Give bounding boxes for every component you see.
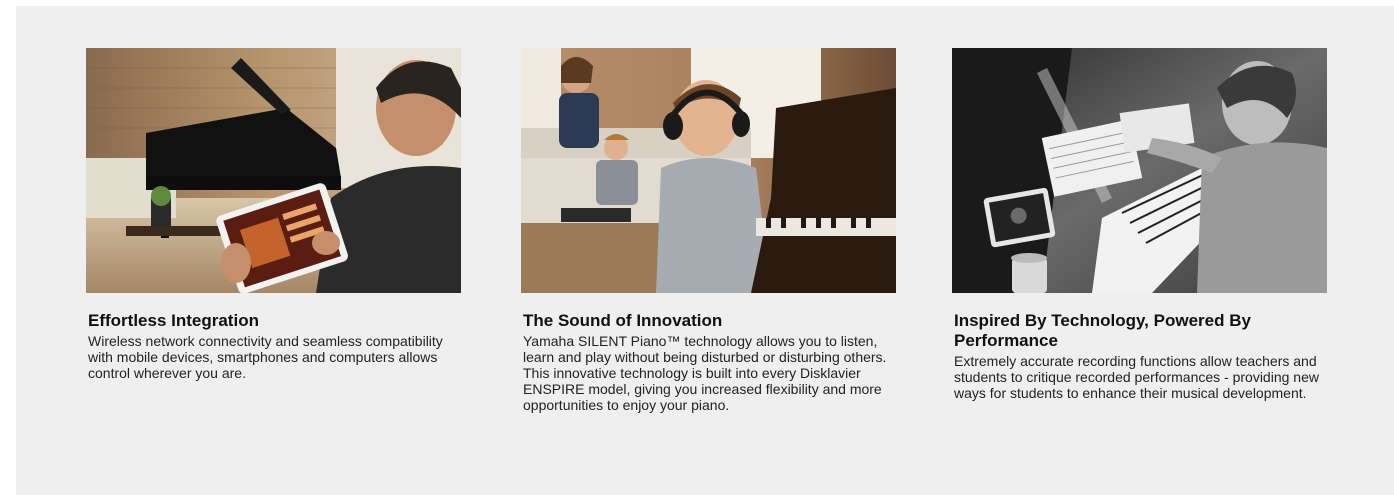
card-body: Yamaha SILENT Piano™ technology allows y… — [523, 333, 887, 413]
headphones-piano-photo — [521, 48, 896, 293]
feature-card-integration: Effortless Integration Wireless network … — [86, 48, 461, 381]
card-title: Inspired By Technology, Powered By Perfo… — [954, 311, 1251, 350]
recording-piano-photo — [952, 48, 1327, 293]
feature-panel: Effortless Integration Wireless network … — [16, 6, 1394, 495]
tablet-piano-photo — [86, 48, 461, 293]
card-title: Effortless Integration — [88, 311, 259, 330]
feature-card-technology: Inspired By Technology, Powered By Perfo… — [952, 48, 1327, 401]
feature-card-sound: The Sound of Innovation Yamaha SILENT Pi… — [521, 48, 896, 413]
card-body: Wireless network connectivity and seamle… — [88, 333, 443, 381]
card-title: The Sound of Innovation — [523, 311, 723, 330]
card-body: Extremely accurate recording functions a… — [954, 353, 1319, 401]
